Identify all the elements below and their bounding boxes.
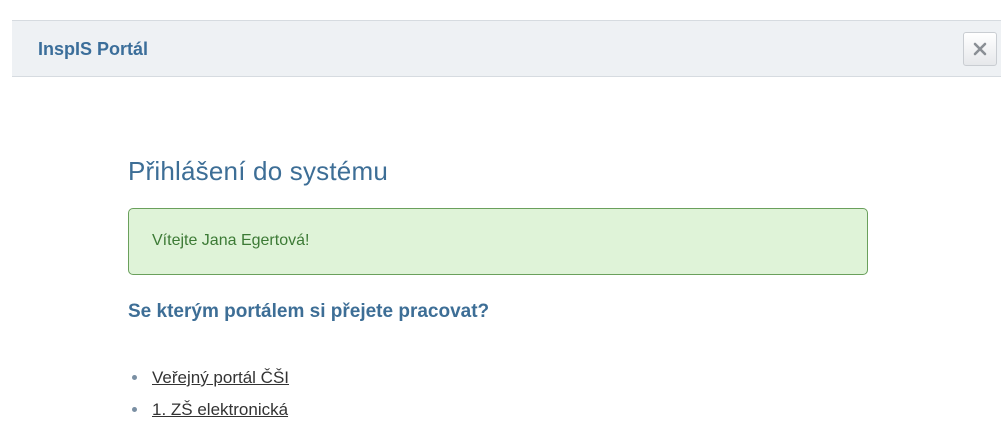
list-item: Veřejný portál ČŠI: [128, 367, 289, 399]
portal-list: Veřejný portál ČŠI 1. ZŠ elektronická: [128, 367, 289, 431]
bullet-icon: [132, 375, 137, 380]
login-content: Přihlášení do systému Vítejte Jana Egert…: [128, 155, 868, 419]
portal-link-public[interactable]: Veřejný portál ČŠI: [152, 368, 289, 387]
bullet-icon: [132, 407, 137, 412]
dialog-title: InspIS Portál: [38, 39, 149, 59]
welcome-alert: Vítejte Jana Egertová!: [128, 208, 868, 275]
dialog-titlebar: InspIS Portál: [12, 20, 1001, 77]
close-icon: [973, 42, 987, 56]
close-button[interactable]: [963, 32, 997, 66]
portal-question: Se kterým portálem si přejete pracovat?: [128, 301, 490, 322]
portal-link-school[interactable]: 1. ZŠ elektronická: [152, 400, 288, 419]
welcome-message: Vítejte Jana Egertová!: [152, 232, 310, 249]
page-title: Přihlášení do systému: [128, 156, 388, 186]
list-item: 1. ZŠ elektronická: [128, 399, 289, 431]
